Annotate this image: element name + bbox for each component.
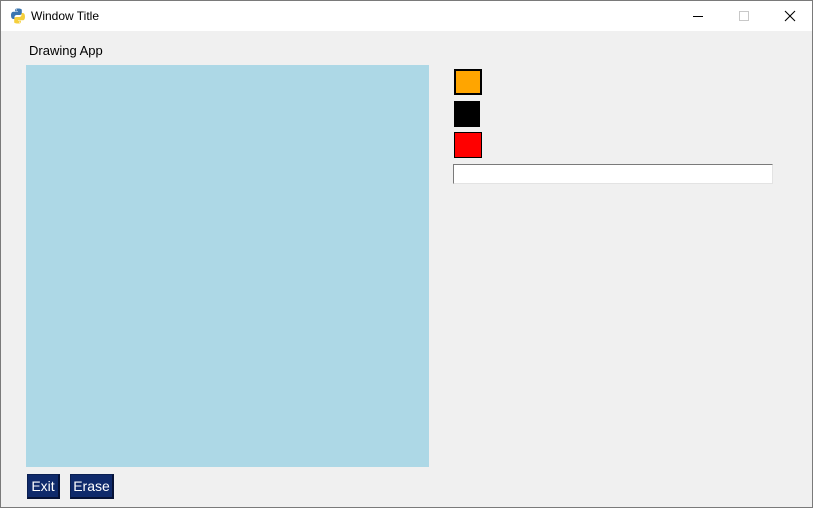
app-label: Drawing App xyxy=(29,43,103,58)
minimize-icon xyxy=(693,16,703,17)
maximize-icon xyxy=(739,11,749,21)
text-entry[interactable] xyxy=(453,164,773,184)
minimize-button[interactable] xyxy=(675,1,721,31)
python-icon xyxy=(10,8,26,24)
close-button[interactable] xyxy=(767,1,813,31)
window-title: Window Title xyxy=(31,9,100,23)
color-swatch-black[interactable] xyxy=(454,101,480,127)
color-swatch-red[interactable] xyxy=(454,132,482,158)
app-window: Window Title Drawing App Exit Erase xyxy=(0,0,813,508)
erase-button[interactable]: Erase xyxy=(70,474,114,499)
exit-button[interactable]: Exit xyxy=(27,474,60,499)
maximize-button[interactable] xyxy=(721,1,767,31)
title-bar[interactable]: Window Title xyxy=(1,1,812,31)
close-icon xyxy=(784,10,796,22)
color-swatch-orange[interactable] xyxy=(454,69,482,95)
drawing-canvas[interactable] xyxy=(26,65,429,467)
